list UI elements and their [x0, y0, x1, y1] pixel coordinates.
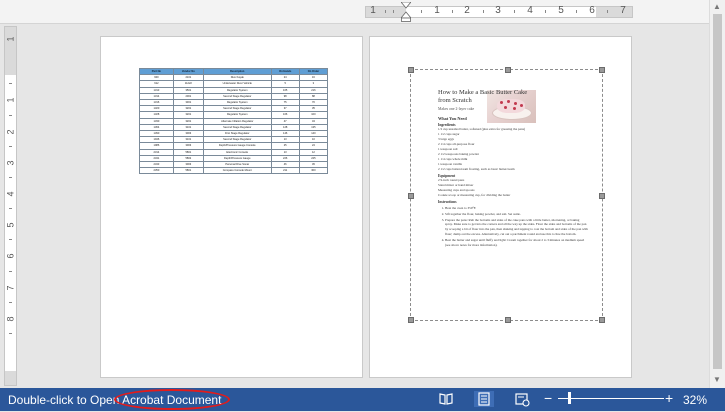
resize-handle[interactable] [505, 67, 511, 73]
ingredient-line: 2 1/2 cups buttercream frosting, such as… [438, 167, 515, 171]
status-bar: Double-click to Open Acrobat Document − … [0, 388, 725, 411]
equipment-line: Cookie scoop or measuring cup, for divid… [438, 193, 511, 197]
print-layout-icon [478, 392, 490, 406]
ruler-number: 8 [5, 316, 16, 322]
vertical-scrollbar[interactable]: ▲ ▼ [709, 0, 725, 388]
ruler-tick [9, 208, 12, 209]
ruler-number: 6 [5, 253, 16, 259]
table-cell: 5801 [172, 167, 204, 175]
ruler-tick [514, 10, 515, 13]
ruler-tick [452, 10, 453, 13]
ruler-bottom-margin [5, 371, 16, 385]
resize-handle[interactable] [408, 193, 414, 199]
ruler-tick [483, 10, 484, 13]
instruction-step: Beat the butter and sugar until fluffy a… [445, 238, 588, 248]
zoom-slider-thumb[interactable] [568, 392, 571, 404]
ruler-tick [9, 271, 12, 272]
table-cell: 2350 [139, 167, 174, 175]
recipe-title: How to Make a Basic Butter Cake from Scr… [438, 89, 528, 104]
scroll-up-arrow-icon[interactable]: ▲ [713, 2, 721, 11]
zoom-level[interactable]: 32% [683, 393, 707, 407]
ruler-tick [9, 302, 12, 303]
ruler-number: 4 [527, 5, 533, 16]
print-layout-button[interactable] [474, 391, 494, 407]
zoom-in-button[interactable]: + [665, 390, 673, 406]
what-you-need-heading: What You Need [438, 116, 467, 121]
ruler-number: 7 [5, 285, 16, 291]
ruler-number: 2 [5, 129, 16, 135]
ruler-number: 3 [495, 5, 501, 16]
instruction-step: Prepare the pans: Rub the bottoms and si… [445, 218, 588, 237]
ruler-tick [385, 10, 386, 13]
zoom-slider[interactable] [558, 398, 664, 399]
resize-handle[interactable] [505, 317, 511, 323]
resize-handle[interactable] [599, 317, 605, 323]
ruler-tick [9, 239, 12, 240]
table-row: 2350 5801 Compass Console Mount 211 300 [139, 167, 329, 175]
ruler-tick [9, 83, 12, 84]
ruler-number: 1 [434, 5, 440, 16]
ruler-number: 5 [558, 5, 564, 16]
table-cell: 211 [270, 167, 300, 175]
ruler-tick [607, 10, 608, 13]
ruler-number: 6 [589, 5, 595, 16]
red-annotation-circle [114, 389, 230, 410]
web-layout-icon[interactable] [514, 391, 530, 407]
ruler-tick [393, 10, 394, 13]
horizontal-ruler[interactable]: 1 1 2 3 4 5 6 7 [0, 0, 725, 24]
vertical-ruler[interactable]: 1 1 2 3 4 5 6 7 8 [4, 26, 17, 386]
ruler-tick [576, 10, 577, 13]
table-cell: Compass Console Mount [202, 167, 272, 175]
ruler-number: 7 [620, 5, 626, 16]
ruler-tick [545, 10, 546, 13]
recipe-subtitle: Makes one 2-layer cake [438, 107, 475, 111]
ruler-number: 4 [5, 191, 16, 197]
ruler-tick [421, 10, 422, 13]
embedded-spreadsheet-table[interactable]: Part No Vendor No Description On Hands O… [139, 67, 329, 175]
ruler-number: 1 [5, 97, 16, 103]
resize-handle[interactable] [408, 67, 414, 73]
ruler-tick [9, 333, 12, 334]
ruler-tick [9, 146, 12, 147]
table-body: 900 2101 Dive Kayak 24 16 912 11222 Underwater … [139, 74, 329, 175]
instruction-step: Sift together the flour, baking powder, … [445, 212, 588, 217]
ruler-number: 2 [464, 5, 470, 16]
scrollbar-thumb[interactable] [713, 14, 722, 369]
ruler-number: 3 [5, 160, 16, 166]
ruler-number: 1 [370, 5, 376, 16]
scroll-down-arrow-icon[interactable]: ▼ [713, 375, 721, 384]
instruction-step: Heat the oven to 350°F. [445, 206, 588, 211]
indent-marker-icon[interactable] [401, 2, 411, 22]
ruler-number: 1 [5, 36, 16, 42]
document-page-2[interactable]: How to Make a Basic Butter Cake from Scr… [369, 36, 632, 378]
instructions-heading: Instructions [438, 200, 457, 204]
book-icon[interactable] [438, 391, 454, 407]
instruction-list: Heat the oven to 350°F. Sift together th… [438, 206, 588, 247]
recipe-content: How to Make a Basic Butter Cake from Scr… [438, 89, 588, 248]
ruler-number: 5 [5, 222, 16, 228]
resize-handle[interactable] [408, 317, 414, 323]
table-cell: 300 [298, 167, 329, 175]
ruler-tick [9, 115, 12, 116]
zoom-out-button[interactable]: − [544, 390, 552, 406]
document-page-1[interactable]: Part No Vendor No Description On Hands O… [100, 36, 363, 378]
ruler-tick [9, 177, 12, 178]
resize-handle[interactable] [599, 67, 605, 73]
resize-handle[interactable] [599, 193, 605, 199]
